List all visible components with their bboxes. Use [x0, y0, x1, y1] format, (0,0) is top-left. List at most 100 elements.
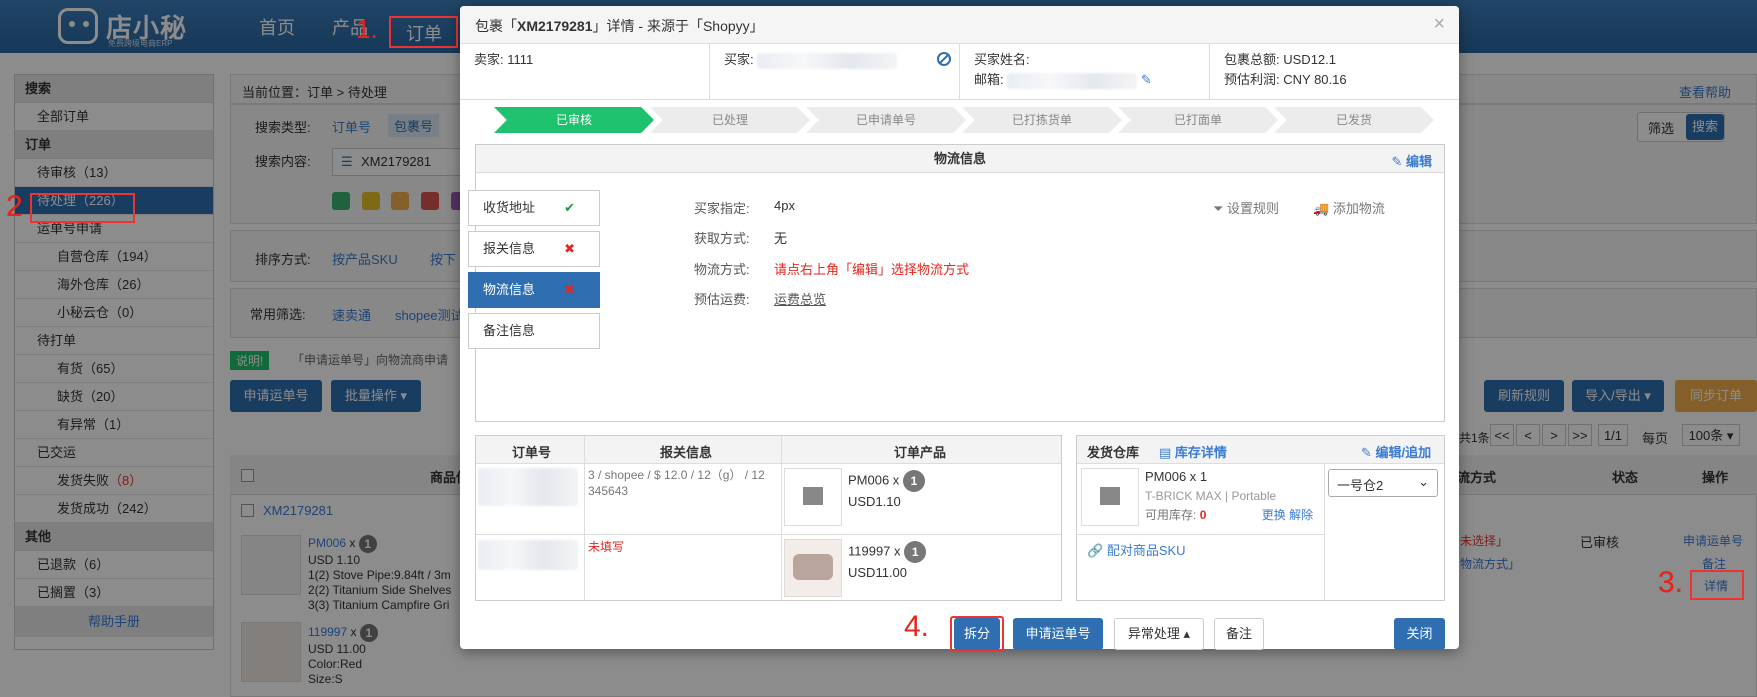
th-order-products: 订单产品: [894, 445, 947, 460]
tab-logistics-info[interactable]: 物流信息 ✖: [468, 272, 600, 308]
cross-icon: ✖: [564, 282, 575, 297]
annotation-box-1: [389, 16, 458, 48]
modal-title-prefix: 包裹「: [475, 18, 517, 34]
warehouse-select[interactable]: 一号仓2 ⌄: [1328, 469, 1438, 497]
col-divider: [781, 436, 782, 600]
tab-customs-info[interactable]: 报关信息 ✖: [468, 231, 600, 267]
email-label: 邮箱:: [974, 72, 1004, 87]
add-logistics-button[interactable]: 🚚 添加物流: [1313, 198, 1385, 217]
total-value: USD12.1: [1283, 52, 1336, 67]
shipping-fee-overview-link[interactable]: 运费总览: [774, 289, 826, 308]
annotation-mark-2: 2: [6, 190, 23, 223]
stock-label: 可用库存:: [1145, 508, 1197, 522]
customs-not-filled: 未填写: [588, 540, 625, 554]
link-icon: 🔗: [1087, 543, 1104, 558]
warehouse-select-value: 一号仓2: [1337, 478, 1384, 493]
th-customs: 报关信息: [660, 445, 713, 460]
warehouse-label: 发货仓库: [1087, 445, 1140, 460]
step-processed: 已处理: [650, 107, 810, 133]
warehouse-panel: 发货仓库 ▤ 库存详情 ✎ 编辑/追加 PM006 x 1 T-BRICK MAX…: [1076, 435, 1445, 601]
field-buyer-specified-label: 买家指定:: [694, 201, 750, 216]
exception-handling-button[interactable]: 异常处理 ▴: [1114, 618, 1204, 650]
modal-header: 包裹「XM2179281」详情 - 来源于「Shopyy」 ×: [460, 6, 1459, 44]
modal-close-icon[interactable]: ×: [1433, 14, 1445, 34]
annotation-box-3: [1690, 570, 1744, 600]
product-thumbnail: [784, 539, 842, 597]
qty-badge: 1: [902, 470, 925, 492]
stock-value: 0: [1199, 508, 1207, 522]
buyer-info: 买家:: [710, 44, 960, 100]
replace-link[interactable]: 更换: [1262, 508, 1286, 522]
product-sku: 119997 x: [848, 543, 901, 559]
tab-label: 报关信息: [483, 241, 536, 256]
logistics-panel-header: 物流信息: [476, 145, 1444, 173]
step-reviewed: 已审核: [494, 107, 654, 133]
seller-label: 卖家:: [474, 52, 504, 67]
col-divider: [584, 436, 585, 600]
edit-icon: ✎: [1361, 445, 1372, 460]
chevron-down-icon: ⌄: [1418, 474, 1429, 489]
stock-detail-link[interactable]: ▤ 库存详情: [1159, 442, 1227, 461]
buyer-label: 买家:: [724, 52, 754, 67]
package-order-table: 订单号 报关信息 订单产品 3 / shopee / $ 12.0 / 12（g…: [475, 435, 1062, 601]
order-product-2: 119997 x 1 USD11.00: [848, 541, 927, 583]
split-button[interactable]: 拆分: [954, 618, 1000, 650]
modal-title-suffix: 」详情 - 来源于「Shopyy」: [592, 18, 764, 34]
buyer-name-label: 买家姓名:: [974, 52, 1030, 67]
edit-add-link[interactable]: ✎ 编辑/追加: [1361, 442, 1431, 461]
profit-label: 预估利润:: [1224, 72, 1280, 87]
order-product-1: PM006 x 1 USD1.10: [848, 470, 925, 512]
buyer-name-info: 买家姓名: 邮箱: ✎: [960, 44, 1210, 100]
step-label-printed: 已打面单: [1118, 107, 1278, 133]
tab-notes[interactable]: 备注信息: [468, 313, 600, 349]
order-no-redacted: [478, 540, 578, 570]
field-logistics-method-label: 物流方式:: [694, 262, 750, 277]
modal-title-id: XM2179281: [517, 18, 593, 34]
warehouse-product-thumbnail: [1081, 468, 1139, 526]
th-order-no: 订单号: [512, 445, 552, 460]
tab-shipping-address[interactable]: 收货地址 ✔: [468, 190, 600, 226]
set-rule-label: 设置规则: [1227, 201, 1280, 216]
warehouse-product-name: PM006 x 1: [1145, 469, 1208, 484]
note-button[interactable]: 备注: [1214, 618, 1264, 650]
set-rule-button[interactable]: ⏷ 设置规则: [1213, 198, 1279, 217]
match-sku-link[interactable]: 🔗 配对商品SKU: [1087, 540, 1186, 559]
row-divider: [476, 534, 1061, 535]
step-waybill-applied: 已申请单号: [806, 107, 966, 133]
document-icon: ▤: [1159, 445, 1172, 460]
edit-label: 编辑: [1405, 154, 1432, 169]
seller-value: 1111: [507, 52, 534, 67]
field-buyer-specified-value: 4px: [774, 198, 795, 213]
block-icon[interactable]: [937, 52, 951, 66]
package-detail-modal: 包裹「XM2179281」详情 - 来源于「Shopyy」 × 卖家: 1111…: [460, 6, 1459, 652]
product-thumbnail: [784, 468, 842, 526]
seller-info: 卖家: 1111: [460, 44, 710, 100]
edit-email-icon[interactable]: ✎: [1141, 72, 1152, 87]
tab-label: 物流信息: [483, 282, 536, 297]
close-button[interactable]: 关闭: [1394, 618, 1445, 650]
product-sku: PM006 x: [848, 472, 900, 488]
step-shipped: 已发货: [1274, 107, 1434, 133]
email-redacted: [1007, 72, 1138, 89]
modal-title: 包裹「XM2179281」详情 - 来源于「Shopyy」: [475, 16, 764, 36]
filter-icon: ⏷: [1213, 201, 1224, 216]
col-divider: [1324, 464, 1325, 600]
buyer-value-redacted: [757, 52, 898, 69]
warehouse-product-desc: T-BRICK MAX | Portable: [1145, 489, 1277, 503]
annotation-mark-1: 1.: [356, 14, 378, 44]
add-logistics-label: 添加物流: [1332, 201, 1385, 216]
unbind-link[interactable]: 解除: [1289, 508, 1313, 522]
field-logistics-method-value: 请点右上角「编辑」选择物流方式: [774, 262, 970, 277]
order-no-redacted: [478, 468, 578, 506]
field-estimated-fee-label: 预估运费:: [694, 292, 750, 307]
edit-icon: ✎: [1391, 154, 1403, 169]
profit-value: CNY 80.16: [1283, 72, 1347, 87]
logistics-edit-button[interactable]: ✎ 编辑: [1391, 151, 1432, 170]
field-acquire-method-value: 无: [774, 231, 788, 246]
logistics-title: 物流信息: [933, 151, 986, 166]
customs-info-value: 3 / shopee / $ 12.0 / 12（g） / 12 345643: [588, 468, 765, 498]
warehouse-product: PM006 x 1 T-BRICK MAX | Portable 可用库存: 0 更…: [1145, 467, 1313, 525]
match-sku-label: 配对商品SKU: [1106, 543, 1186, 558]
stock-detail-label: 库存详情: [1174, 445, 1227, 460]
apply-waybill-modal-button[interactable]: 申请运单号: [1013, 618, 1103, 650]
